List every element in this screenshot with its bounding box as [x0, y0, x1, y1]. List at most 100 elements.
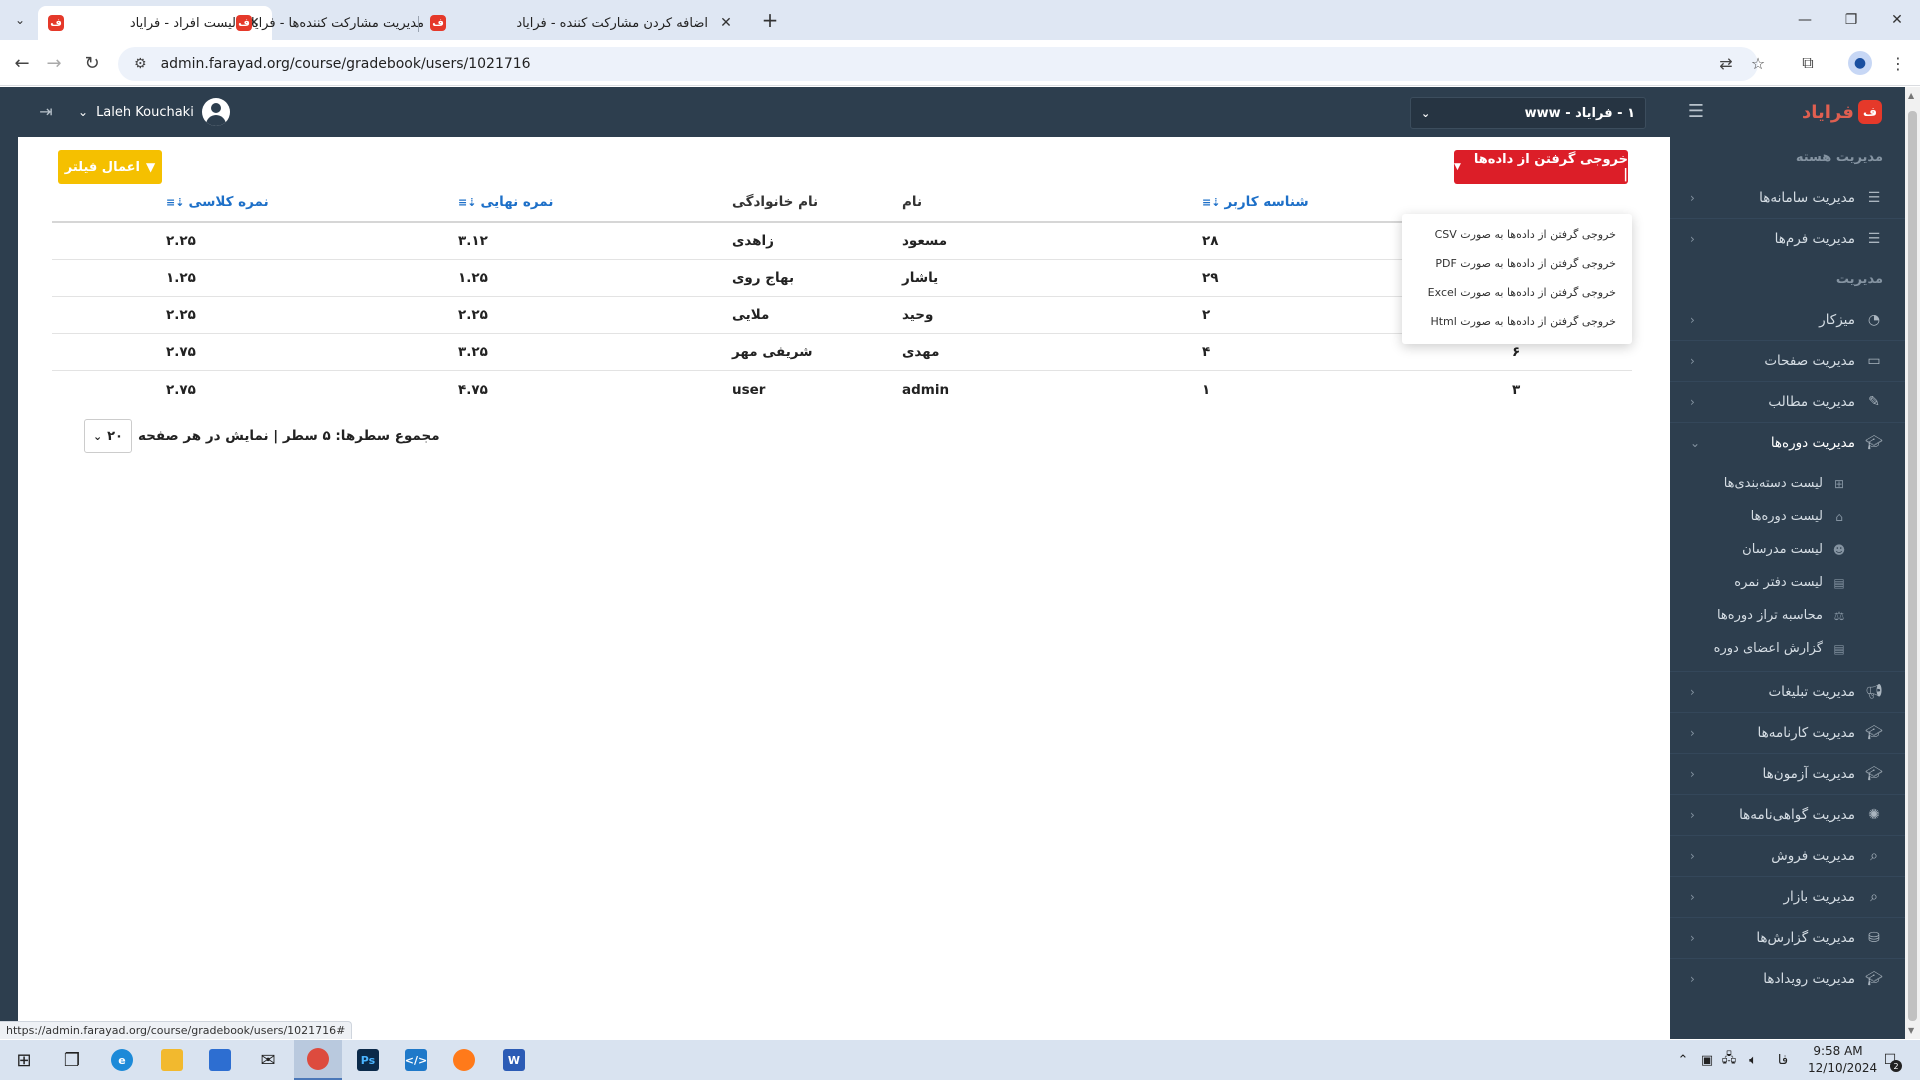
new-tab-button[interactable]: +: [758, 8, 782, 32]
mail-icon[interactable]: ✉: [244, 1040, 292, 1080]
back-icon[interactable]: ←: [10, 51, 34, 75]
clock-time: 9:58 AM: [1813, 1044, 1863, 1058]
cell-first-name: وحید: [902, 307, 934, 323]
sidebar-subitem-categories[interactable]: ⊞ لیست دسته‌بندی‌ها: [1670, 467, 1905, 500]
tray-network-icon[interactable]: 🖧︎: [1718, 1050, 1740, 1070]
sidebar-item-pages[interactable]: ▭ مدیریت صفحات ‹: [1670, 340, 1905, 381]
sidebar-subitem-balance[interactable]: ⚖ محاسبه تراز دوره‌ها: [1670, 599, 1905, 632]
user-menu[interactable]: ⌄ Laleh Kouchaki: [78, 97, 230, 127]
export-data-button[interactable]: خروجی گرفتن از داده‌ها | ▼: [1454, 150, 1628, 184]
cell-last-name: شریفی مهر: [732, 344, 813, 360]
export-html-item[interactable]: خروجی گرفتن از داده‌ها به صورت Html: [1402, 307, 1632, 336]
column-header-last-name: نام خانوادگی: [732, 183, 932, 221]
taskbar-clock[interactable]: 9:58 AM 12/10/2024: [1808, 1043, 1878, 1077]
list-icon: ☰: [1867, 189, 1881, 206]
sidebar-item-systems[interactable]: ☰ مدیریت سامانه‌ها ‹: [1670, 177, 1905, 218]
status-bar-url: https://admin.farayad.org/course/gradebo…: [0, 1021, 353, 1039]
firefox-icon[interactable]: [440, 1040, 488, 1080]
tray-volume-icon[interactable]: 🔈︎: [1742, 1050, 1764, 1070]
sidebar-item-market[interactable]: ⌕ مدیریت بازار ‹: [1670, 876, 1905, 917]
sidebar-item-forms[interactable]: ☰ مدیریت فرم‌ها ‹: [1670, 218, 1905, 259]
site-info-icon[interactable]: ⚙: [134, 56, 147, 72]
sidebar-subitem-members-report[interactable]: ▤ گزارش اعضای دوره: [1670, 632, 1905, 665]
forward-icon[interactable]: →: [42, 51, 66, 75]
task-view-icon[interactable]: ❐: [48, 1040, 96, 1080]
table-row[interactable]: ۲۸ مسعود زاهدی ۳.۱۲ ۲.۲۵: [52, 223, 1632, 260]
sidebar-item-certificates[interactable]: ✺ مدیریت گواهی‌نامه‌ها ‹: [1670, 794, 1905, 835]
minimize-icon[interactable]: —: [1790, 8, 1820, 32]
column-header-final-grade[interactable]: نمره نهایی ⇣≡: [458, 183, 658, 221]
file-explorer-icon[interactable]: [148, 1040, 196, 1080]
page-scrollbar[interactable]: ▲ ▼: [1905, 87, 1920, 1039]
brand-mark-icon: ف: [1857, 100, 1882, 124]
browser-tab[interactable]: ف اضافه کردن مشارکت کننده - فراياد ✕: [420, 6, 744, 40]
sidebar-subitem-courses-list[interactable]: ⌂ لیست دوره‌ها: [1670, 500, 1905, 533]
address-bar[interactable]: ⚙ admin.farayad.org/course/gradebook/use…: [118, 47, 1758, 81]
microsoft-store-icon[interactable]: [196, 1040, 244, 1080]
word-icon[interactable]: W: [490, 1040, 538, 1080]
cell-last-name: user: [732, 381, 766, 398]
export-excel-item[interactable]: خروجی گرفتن از داده‌ها به صورت Excel: [1402, 278, 1632, 307]
logout-icon[interactable]: ⇥: [36, 101, 56, 121]
tray-chevron-up-icon[interactable]: ⌃: [1672, 1050, 1694, 1070]
vscode-icon[interactable]: </>: [392, 1040, 440, 1080]
sidebar-item-reports[interactable]: ⛁ مدیریت گزارش‌ها ‹: [1670, 917, 1905, 958]
bookmark-star-icon[interactable]: ☆: [1746, 51, 1770, 75]
table-row[interactable]: ۳ ۱ admin user ۴.۷۵ ۲.۷۵: [52, 371, 1632, 408]
close-tab-icon[interactable]: ✕: [718, 15, 734, 31]
sidebar-item-events[interactable]: 🎓︎ مدیریت رویدادها ‹: [1670, 958, 1905, 999]
windows-start-icon[interactable]: ⊞: [0, 1040, 48, 1080]
chrome-icon[interactable]: [294, 1040, 342, 1080]
column-header-user-id[interactable]: شناسه کاربر ⇣≡: [1202, 183, 1402, 221]
sidebar-item-dashboard[interactable]: ◔ میزکار ‹: [1670, 299, 1905, 340]
graduation-cap-icon: 🎓︎: [1865, 971, 1883, 987]
graduation-cap-icon: 🎓︎: [1865, 766, 1883, 782]
cell-final-grade: ۳.۲۵: [458, 344, 488, 360]
edge-browser-icon[interactable]: e: [98, 1040, 146, 1080]
table-row[interactable]: ۲۹ یاشار بهاج روی ۱.۲۵ ۱.۲۵: [52, 260, 1632, 297]
browser-menu-icon[interactable]: ⋮: [1886, 51, 1910, 75]
sidebar-item-label: مدیریت گواهی‌نامه‌ها: [1739, 807, 1855, 823]
sidebar-subitem-teachers[interactable]: ☻ لیست مدرسان: [1670, 533, 1905, 566]
sidebar-subitem-label: لیست مدرسان: [1742, 542, 1823, 557]
sidebar-item-posts[interactable]: ✎ مدیریت مطالب ‹: [1670, 381, 1905, 422]
sidebar-subitem-gradebook[interactable]: ▤ لیست دفتر نمره: [1670, 566, 1905, 599]
apply-filter-button[interactable]: ▼ اعمال فیلتر: [58, 150, 162, 184]
hamburger-menu-icon[interactable]: ☰: [1686, 101, 1706, 122]
sidebar-item-courses[interactable]: 🎓︎ مدیریت دوره‌ها ⌄: [1670, 422, 1905, 463]
sidebar-item-transcripts[interactable]: 🎓︎ مدیریت کارنامه‌ها ‹: [1670, 712, 1905, 753]
notification-center-icon[interactable]: ☐ 2: [1878, 1048, 1902, 1072]
profile-avatar-icon[interactable]: ●: [1848, 51, 1872, 75]
table-row[interactable]: ۶ ۴ مهدی شریفی مهر ۳.۲۵ ۲.۷۵: [52, 334, 1632, 371]
sort-icon: ⇣≡: [458, 195, 477, 209]
photoshop-icon[interactable]: Ps: [344, 1040, 392, 1080]
sidebar-item-label: مدیریت فروش: [1771, 848, 1855, 864]
table-row[interactable]: ۲ وحید ملایی ۲.۲۵ ۲.۲۵: [52, 297, 1632, 334]
user-avatar-icon: [201, 98, 230, 126]
scroll-down-icon[interactable]: ▼: [1908, 1026, 1914, 1035]
tray-language[interactable]: فا: [1772, 1050, 1794, 1070]
restore-icon[interactable]: ❐: [1836, 8, 1866, 32]
translate-icon[interactable]: ⇄: [1714, 51, 1738, 75]
close-window-icon[interactable]: ✕: [1882, 8, 1912, 32]
sidebar-subitem-label: لیست دفتر نمره: [1734, 575, 1823, 590]
export-pdf-item[interactable]: خروجی گرفتن از داده‌ها به صورت PDF: [1402, 249, 1632, 278]
organization-select[interactable]: ۱ - فراياد - www ⌄: [1410, 97, 1646, 129]
column-header-class-grade[interactable]: نمره کلاسی ⇣≡: [166, 183, 366, 221]
sidebar-item-ads[interactable]: 📢︎ مدیریت تبلیغات ‹: [1670, 671, 1905, 712]
chevron-left-icon: ‹: [1690, 849, 1695, 863]
sidebar-item-sales[interactable]: ⌕ مدیریت فروش ‹: [1670, 835, 1905, 876]
brand-logo[interactable]: ف فراياد: [1802, 99, 1882, 125]
tray-meet-icon[interactable]: ▣: [1696, 1050, 1718, 1070]
scroll-up-icon[interactable]: ▲: [1908, 91, 1914, 100]
scrollbar-thumb[interactable]: [1908, 111, 1917, 1021]
sidebar-item-exams[interactable]: 🎓︎ مدیریت آزمون‌ها ‹: [1670, 753, 1905, 794]
chevron-left-icon: ‹: [1690, 190, 1695, 205]
tab-search-button[interactable]: ⌄: [8, 8, 32, 32]
export-csv-item[interactable]: خروجی گرفتن از داده‌ها به صورت CSV: [1402, 220, 1632, 249]
page-size-select[interactable]: ۲۰ ⌄: [84, 419, 132, 453]
reload-icon[interactable]: ↻: [80, 51, 104, 75]
extensions-icon[interactable]: ⧉: [1796, 51, 1820, 75]
clock-date: 12/10/2024: [1808, 1061, 1878, 1075]
caret-down-icon: ▼: [1454, 162, 1461, 172]
